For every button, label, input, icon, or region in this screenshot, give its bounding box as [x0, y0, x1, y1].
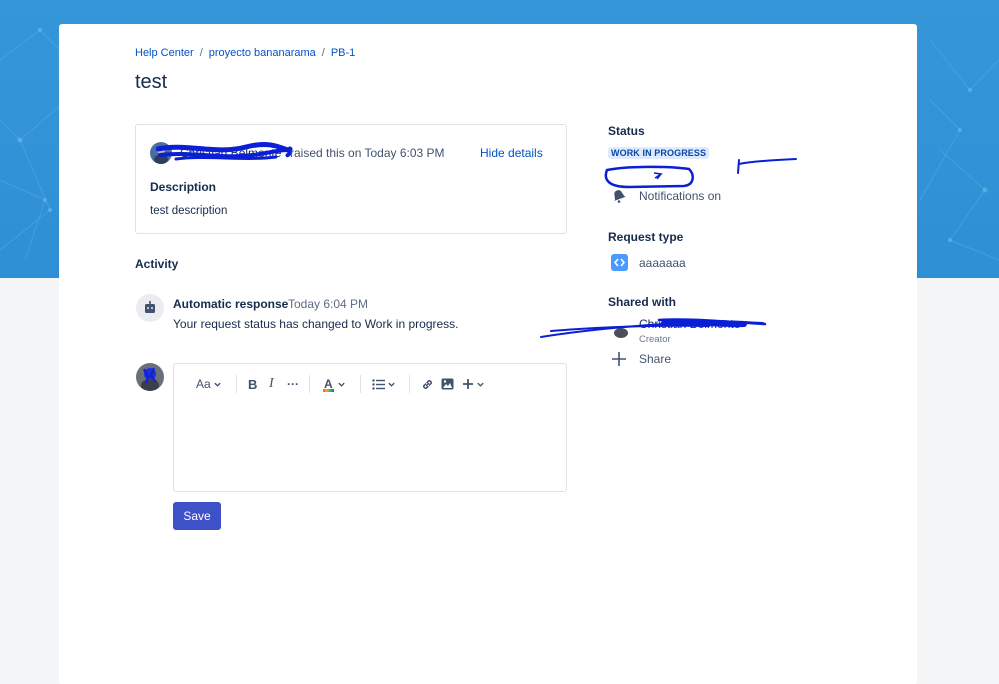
- request-details-panel: Christian Belmonte raised this on Today …: [135, 124, 567, 234]
- toolbar-divider: [409, 375, 410, 393]
- notifications-toggle[interactable]: Notifications on: [639, 189, 721, 203]
- shared-with-label: Shared with: [608, 295, 677, 309]
- breadcrumb-project[interactable]: proyecto bananarama: [209, 47, 316, 59]
- description-text: test description: [150, 205, 228, 217]
- bold-label: B: [248, 376, 258, 392]
- chevron-down-icon: [214, 382, 221, 387]
- activity-time: Today 6:04 PM: [288, 297, 369, 311]
- hide-details-link[interactable]: Hide details: [480, 146, 543, 160]
- chevron-down-icon: [388, 382, 395, 387]
- toolbar-divider: [309, 375, 310, 393]
- raised-timestamp: raised this on Today 6:03 PM: [290, 146, 445, 160]
- request-type-label: Request type: [608, 230, 684, 244]
- text-style-dropdown[interactable]: Aa: [196, 376, 222, 392]
- breadcrumb-issue-key[interactable]: PB-1: [331, 47, 355, 59]
- toolbar-divider: [236, 375, 237, 393]
- share-button[interactable]: Share: [639, 352, 671, 366]
- bullet-list-icon: [372, 378, 385, 390]
- image-button[interactable]: [441, 376, 454, 392]
- toolbar-divider: [360, 375, 361, 393]
- breadcrumb-help-center[interactable]: Help Center: [135, 47, 194, 59]
- chevron-down-icon: [338, 382, 345, 387]
- activity-message: Your request status has changed to Work …: [173, 317, 459, 331]
- breadcrumb: Help Center / proyecto bananarama / PB-1: [135, 47, 355, 59]
- description-label: Description: [150, 180, 217, 194]
- link-button[interactable]: [421, 376, 434, 392]
- plus-icon: [463, 379, 473, 389]
- text-style-label: Aa: [196, 377, 211, 391]
- current-user-avatar: [136, 363, 164, 391]
- text-color-icon: A: [323, 377, 334, 392]
- status-label: Status: [608, 124, 645, 138]
- plus-icon[interactable]: [611, 351, 627, 367]
- code-brackets-icon: [611, 254, 628, 271]
- italic-label: I: [269, 376, 274, 391]
- link-icon: [423, 379, 432, 389]
- automation-avatar: [136, 294, 164, 322]
- bell-icon: [614, 190, 626, 203]
- insert-dropdown[interactable]: [462, 376, 485, 392]
- text-color-dropdown[interactable]: A: [323, 376, 346, 392]
- page-title: test: [135, 71, 168, 93]
- image-icon: [441, 378, 454, 390]
- robot-icon: [145, 301, 155, 313]
- chevron-down-icon: [477, 382, 484, 387]
- request-type-value: aaaaaaa: [639, 256, 686, 270]
- redaction-scribble: [540, 318, 767, 338]
- bold-button[interactable]: B: [248, 376, 257, 392]
- italic-button[interactable]: I: [269, 376, 274, 392]
- save-button[interactable]: Save: [173, 502, 221, 530]
- request-card: Help Center / proyecto bananarama / PB-1 tes…: [59, 24, 917, 684]
- breadcrumb-separator: /: [199, 47, 203, 59]
- list-dropdown[interactable]: [372, 376, 396, 392]
- redaction-scribble: [156, 142, 293, 161]
- breadcrumb-separator: /: [321, 47, 325, 59]
- more-label: ···: [287, 377, 299, 391]
- activity-author: Automatic response: [173, 297, 289, 311]
- activity-heading: Activity: [135, 257, 179, 271]
- comment-editor[interactable]: Aa B I ··· A: [173, 363, 567, 492]
- more-formatting-button[interactable]: ···: [287, 376, 299, 392]
